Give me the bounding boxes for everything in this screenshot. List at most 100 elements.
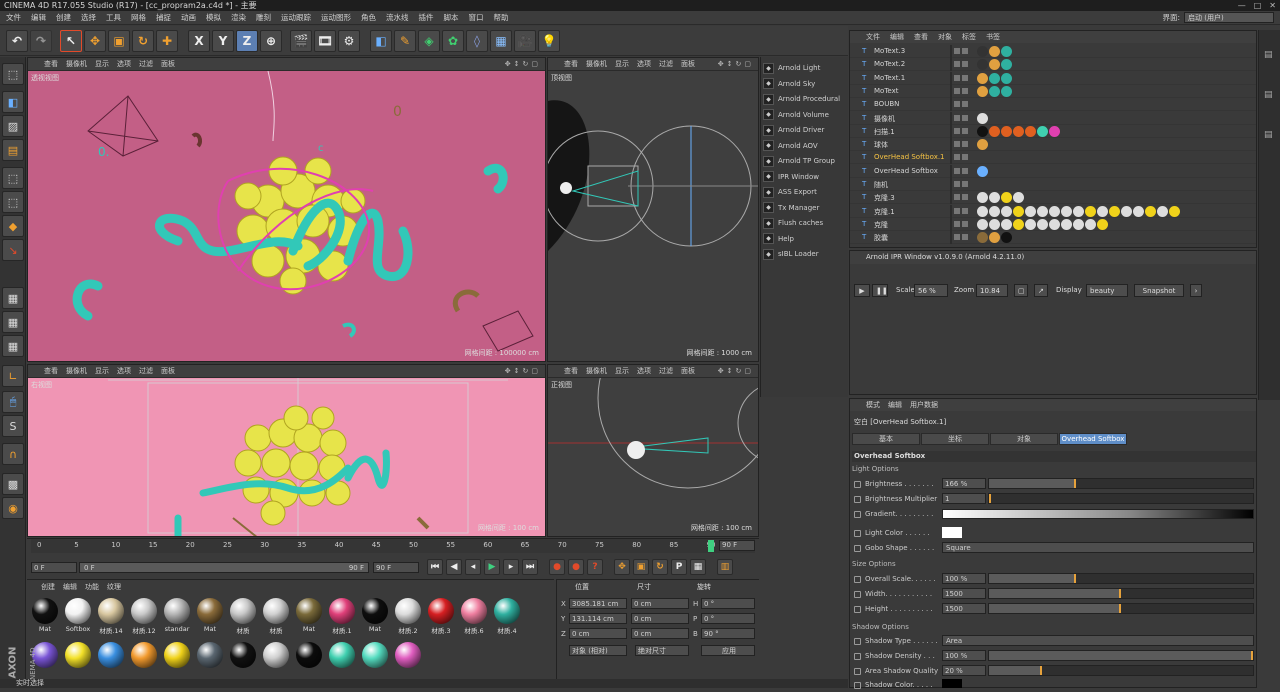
render-visibility-dot[interactable] <box>962 234 968 241</box>
zoom-field[interactable]: 10.84 <box>976 284 1008 297</box>
material-tag-icon[interactable] <box>977 112 988 124</box>
plugin-item[interactable]: ◆ Flush caches <box>763 216 847 230</box>
scale-dropdown[interactable]: 56 % <box>914 284 948 297</box>
render-visibility-dot[interactable] <box>962 141 968 148</box>
menu-item[interactable]: 帮助 <box>494 12 509 23</box>
object-row[interactable]: T 克隆.3 <box>850 191 1256 205</box>
material-tag-icon[interactable] <box>977 125 988 137</box>
menu-item[interactable]: 脚本 <box>444 12 459 23</box>
material-tag-icon[interactable] <box>1109 205 1120 217</box>
gradient-bar[interactable] <box>942 509 1254 519</box>
brightness-slider[interactable] <box>988 478 1254 489</box>
material-tag-icon[interactable] <box>1157 205 1168 217</box>
visibility-flags[interactable] <box>954 127 974 136</box>
material-tag-icon[interactable] <box>1073 205 1084 217</box>
z-axis-lock-button[interactable]: Z <box>236 30 258 52</box>
cube-primitive-button[interactable]: ◧ <box>370 30 392 52</box>
brightness-field[interactable]: 166 % <box>942 478 986 489</box>
plugin-item[interactable]: ◆ Tx Manager <box>763 201 847 215</box>
plugin-item[interactable]: ◆ Arnold Light <box>763 61 847 75</box>
attribute-tab[interactable]: 坐标 <box>921 433 989 445</box>
object-row[interactable]: T 球体 <box>850 138 1256 152</box>
current-frame-field[interactable]: 90 F <box>719 540 755 551</box>
attribute-tab[interactable]: 基本 <box>852 433 920 445</box>
editor-visibility-dot[interactable] <box>954 234 960 241</box>
object-row[interactable]: T 克隆.1 <box>850 204 1256 218</box>
key-parameter-button[interactable]: P <box>671 559 687 575</box>
material-tag-icon[interactable] <box>1013 205 1024 217</box>
material-tag-icon[interactable] <box>1061 205 1072 217</box>
visibility-flags[interactable] <box>954 48 974 56</box>
menu-filter[interactable]: 过滤 <box>139 366 153 376</box>
visibility-flags[interactable] <box>954 101 974 109</box>
sculpt-icon[interactable]: ◉ <box>2 497 24 519</box>
material-tag-icon[interactable] <box>1001 46 1012 57</box>
perspective-viewport[interactable]: 查看 摄像机 显示 选项 过滤 面板 ✥↕↻▢ 0. c 0 透视视图 网格间距… <box>27 57 546 362</box>
material-tag-icon[interactable] <box>989 85 1000 97</box>
position-y-field[interactable]: 131.114 cm <box>569 613 627 624</box>
object-menu-item[interactable]: 文件 <box>866 32 880 42</box>
size-x-field[interactable]: 0 cm <box>631 598 689 609</box>
menu-options[interactable]: 选项 <box>117 59 131 69</box>
prev-key-button[interactable]: ◀ <box>446 559 462 575</box>
animate-icon[interactable] <box>854 606 861 613</box>
material-tag-icon[interactable] <box>1133 205 1144 217</box>
cloner-button[interactable]: ✿ <box>442 30 464 52</box>
material-tag-icon[interactable] <box>1001 192 1012 204</box>
material-swatch[interactable]: 材质.6 <box>458 598 490 635</box>
editor-visibility-dot[interactable] <box>954 167 960 174</box>
material-swatch[interactable]: Softbox <box>62 598 94 633</box>
key-position-button[interactable]: ✥ <box>614 559 630 575</box>
animate-icon[interactable] <box>854 591 861 598</box>
play-button[interactable]: ▶ <box>854 284 870 297</box>
object-menu-item[interactable]: 书签 <box>986 32 1000 42</box>
side-tab-icon[interactable]: ▤ <box>1264 90 1273 100</box>
menu-display[interactable]: 显示 <box>95 366 109 376</box>
viewport-canvas[interactable]: 0. c 0 透视视图 网格间距 : 100000 cm <box>28 71 545 361</box>
front-viewport[interactable]: 查看 摄像机 显示 选项 过滤 面板 ✥↕↻▢ 正视图 网格间距 : 100 c… <box>547 364 759 537</box>
axis-mode-icon[interactable]: ↘ <box>2 239 24 261</box>
menu-item[interactable]: 模拟 <box>206 12 221 23</box>
render-visibility-dot[interactable] <box>962 220 968 227</box>
material-swatch[interactable]: 材质.14 <box>95 598 127 635</box>
material-tag-icon[interactable] <box>989 59 1000 71</box>
shadow-type-dropdown[interactable]: Area <box>942 635 1254 646</box>
plugin-item[interactable]: ◆ Arnold Procedural <box>763 92 847 106</box>
material-tag-icon[interactable] <box>989 218 1000 230</box>
overall-scale-field[interactable]: 100 % <box>942 573 986 584</box>
material-tag-icon[interactable] <box>989 46 1000 57</box>
deformer-button[interactable]: ◊ <box>466 30 488 52</box>
right-viewport[interactable]: 查看 摄像机 显示 选项 过滤 面板 ✥↕↻▢ 右视图 网格间距: 100 c… <box>27 364 546 537</box>
material-tag-icon[interactable] <box>1001 218 1012 230</box>
close-button[interactable]: ✕ <box>1269 0 1276 11</box>
material-tag-icon[interactable] <box>1169 205 1180 217</box>
visibility-flags[interactable] <box>954 114 974 123</box>
plugin-item[interactable]: ◆ Arnold TP Group <box>763 154 847 168</box>
visibility-flags[interactable] <box>954 220 974 229</box>
scale-tool-button[interactable]: ▣ <box>108 30 130 52</box>
render-visibility-dot[interactable] <box>962 74 968 81</box>
render-visibility-dot[interactable] <box>962 207 968 214</box>
key-rotation-button[interactable]: ↻ <box>652 559 668 575</box>
subdivision-button[interactable]: ◈ <box>418 30 440 52</box>
rotation-h-field[interactable]: 0 ° <box>701 598 755 609</box>
redo-button[interactable]: ↷ <box>30 30 52 52</box>
workplane-icon[interactable]: ▤ <box>2 139 24 161</box>
menu-item[interactable]: 流水线 <box>386 12 409 23</box>
material-swatch[interactable]: 材质.12 <box>128 598 160 635</box>
material-menu-item[interactable]: 创建 <box>41 582 55 592</box>
material-tag-icon[interactable] <box>1001 125 1012 137</box>
side-tab-icon[interactable]: ▤ <box>1264 50 1273 60</box>
material-tag-icon[interactable] <box>1013 125 1024 137</box>
menu-panel[interactable]: 面板 <box>681 366 695 376</box>
brightness-multiplier-slider[interactable] <box>988 493 1254 504</box>
material-tag-icon[interactable] <box>989 72 1000 84</box>
undo-button[interactable]: ↶ <box>6 30 28 52</box>
keyframe-selection-button[interactable]: ? <box>587 559 603 575</box>
quantize-icon[interactable]: ▦ <box>2 311 24 333</box>
menu-panel[interactable]: 面板 <box>161 59 175 69</box>
visibility-flags[interactable] <box>954 154 974 162</box>
render-visibility-dot[interactable] <box>962 48 968 54</box>
material-menu-item[interactable]: 编辑 <box>63 582 77 592</box>
attribute-menu-item[interactable]: 编辑 <box>888 400 902 410</box>
